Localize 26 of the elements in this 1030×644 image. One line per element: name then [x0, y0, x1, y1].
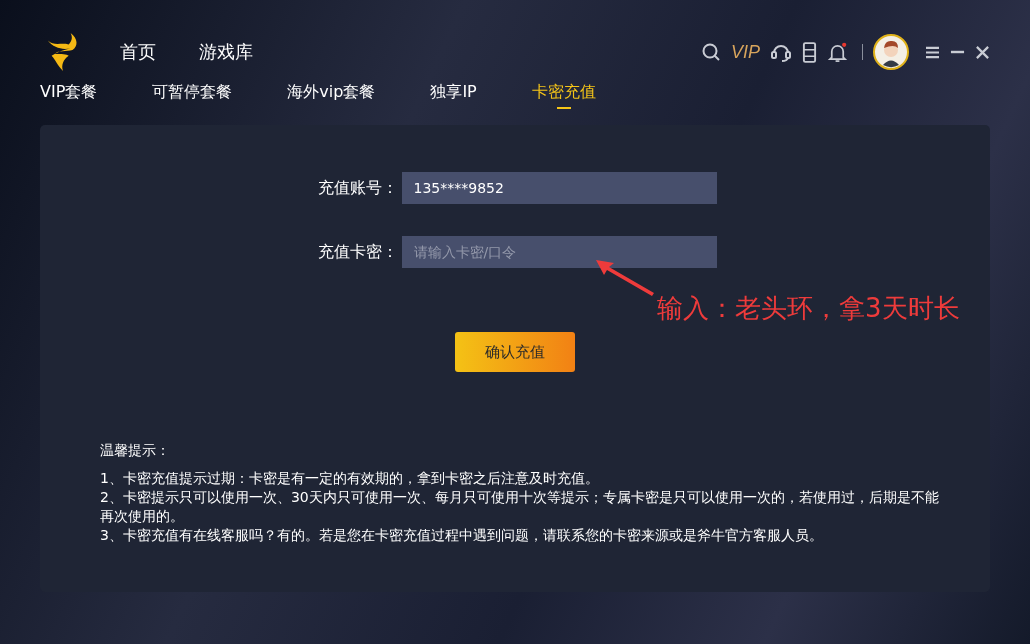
tip-text: 1、卡密充值提示过期：卡密是有一定的有效期的，拿到卡密之后注意及时充值。: [100, 469, 600, 488]
tips-title: 温馨提示：: [100, 441, 171, 460]
field-label: 充值卡密：: [316, 241, 398, 263]
close-icon[interactable]: [975, 44, 990, 60]
nav-tab[interactable]: 游戏库: [199, 40, 253, 64]
avatar[interactable]: [873, 34, 909, 70]
tab[interactable]: VIP套餐: [40, 82, 98, 109]
tab[interactable]: 卡密充值: [531, 82, 596, 111]
tab[interactable]: 独享IP: [430, 82, 477, 109]
confirm-button[interactable]: 确认充值: [455, 332, 575, 372]
nav-tab[interactable]: 首页: [120, 40, 156, 64]
tip-text: 3、卡密充值有在线客服吗？有的。若是您在卡密充值过程中遇到问题，请联系您的卡密来源或是斧牛官方客服人员。: [100, 526, 824, 545]
input-field[interactable]: 135****9852: [401, 172, 717, 204]
bell-icon[interactable]: [827, 41, 848, 63]
search-icon[interactable]: [701, 42, 721, 62]
field-label: 充值账号：: [316, 177, 398, 199]
phone-icon[interactable]: [802, 41, 817, 63]
menu-icon[interactable]: [925, 45, 940, 59]
annotation-arrow: [596, 260, 656, 296]
vip-badge[interactable]: VIP: [731, 41, 760, 63]
input-field[interactable]: 请输入卡密/口令: [401, 236, 717, 268]
tip-text: 2、卡密提示只可以使用一次、30天内只可使用一次、每月只可使用十次等提示；专属卡密是只可以使用一次的，若使用过，后期是不能再次使用的。: [100, 488, 940, 526]
tab[interactable]: 海外vip套餐: [287, 82, 376, 109]
annotation-text: 输入：老头环，拿3天时长: [657, 292, 960, 325]
minimize-icon[interactable]: [950, 50, 965, 54]
tab[interactable]: 可暂停套餐: [152, 82, 233, 109]
